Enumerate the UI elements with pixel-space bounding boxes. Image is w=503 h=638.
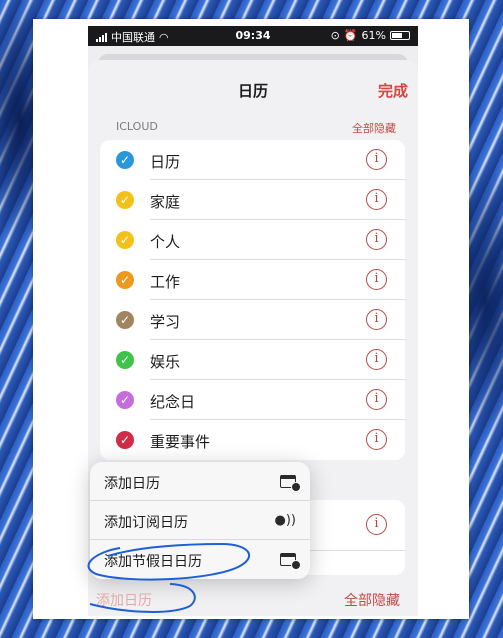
done-button[interactable]: 完成: [378, 80, 408, 101]
checkmark-icon[interactable]: ✓: [116, 311, 134, 329]
info-icon[interactable]: i: [366, 349, 387, 370]
menu-item-label: 添加日历: [104, 476, 160, 492]
calendar-row[interactable]: ✓ 纪念日 i: [100, 380, 405, 420]
icloud-calendar-list: ✓ 日历 i ✓ 家庭 i ✓ 个人 i ✓ 工作 i ✓ 学习 i ✓ 娱乐 i ✓ 纪念日 i ✓ 重要事件 i: [100, 140, 405, 460]
menu-item[interactable]: 添加节假日日历: [90, 540, 310, 579]
info-icon[interactable]: i: [366, 189, 387, 210]
calendar-add-icon: [280, 475, 301, 492]
calendar-name: 个人: [150, 233, 181, 251]
calendar-add-icon: [280, 553, 301, 570]
checkmark-icon[interactable]: ✓: [116, 151, 134, 169]
calendar-row[interactable]: ✓ 重要事件 i: [100, 420, 405, 460]
menu-item[interactable]: 添加日历: [90, 462, 310, 501]
checkmark-icon[interactable]: ✓: [116, 271, 134, 289]
calendar-name: 日历: [150, 153, 181, 171]
sheet-content: 日历 完成 ICLOUD 全部隐藏 ✓ 日历 i ✓ 家庭 i ✓ 个人 i ✓ 工作 i ✓ 学习 i ✓ 娱…: [88, 0, 418, 638]
info-icon[interactable]: i: [366, 309, 387, 330]
add-calendar-button[interactable]: 添加日历: [96, 590, 152, 610]
calendar-name: 家庭: [150, 193, 181, 211]
calendar-row[interactable]: ✓ 学习 i: [100, 300, 405, 340]
menu-item[interactable]: 添加订阅日历 ●)): [90, 501, 310, 540]
icloud-hide-all-button[interactable]: 全部隐藏: [352, 120, 396, 136]
info-icon[interactable]: i: [366, 514, 387, 535]
checkmark-icon[interactable]: ✓: [116, 351, 134, 369]
icloud-section-header: ICLOUD: [116, 120, 158, 133]
calendar-row[interactable]: ✓ 娱乐 i: [100, 340, 405, 380]
checkmark-icon[interactable]: ✓: [116, 391, 134, 409]
info-icon[interactable]: i: [366, 149, 387, 170]
checkmark-icon[interactable]: ✓: [116, 431, 134, 449]
calendar-row[interactable]: ✓ 家庭 i: [100, 180, 405, 220]
calendar-name: 学习: [150, 313, 181, 331]
calendar-name: 娱乐: [150, 353, 181, 371]
add-calendar-menu: 添加日历添加订阅日历 ●)) 添加节假日日历: [90, 462, 310, 579]
info-icon[interactable]: i: [366, 229, 387, 250]
hide-all-button[interactable]: 全部隐藏: [344, 590, 400, 610]
info-icon[interactable]: i: [366, 269, 387, 290]
broadcast-icon: ●)): [274, 513, 297, 528]
calendar-name: 工作: [150, 273, 181, 291]
calendar-row[interactable]: ✓ 个人 i: [100, 220, 405, 260]
menu-item-label: 添加节假日日历: [104, 554, 202, 570]
info-icon[interactable]: i: [366, 429, 387, 450]
menu-item-label: 添加订阅日历: [104, 515, 188, 531]
checkmark-icon[interactable]: ✓: [116, 231, 134, 249]
calendar-name: 纪念日: [150, 393, 196, 411]
sheet-title: 日历: [237, 82, 268, 100]
calendar-row[interactable]: ✓ 日历 i: [100, 140, 405, 180]
calendar-name: 重要事件: [150, 433, 211, 451]
info-icon[interactable]: i: [366, 389, 387, 410]
checkmark-icon[interactable]: ✓: [116, 191, 134, 209]
calendar-row[interactable]: ✓ 工作 i: [100, 260, 405, 300]
